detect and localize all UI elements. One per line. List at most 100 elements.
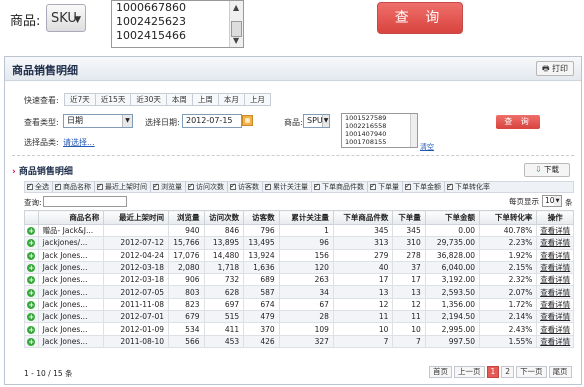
checkbox[interactable] xyxy=(97,181,103,191)
category-select-link[interactable]: 请选择... xyxy=(63,137,95,148)
column-header[interactable]: 访客数 xyxy=(243,210,280,225)
table-cell: 997.50 xyxy=(424,334,481,348)
detail-section-title: › 商品销售明细 xyxy=(12,164,73,177)
per-page-select[interactable]: 10 ▼ xyxy=(542,195,562,207)
column-header[interactable]: 下单商品件数 xyxy=(332,210,394,225)
table-cell: 17,076 xyxy=(168,248,205,262)
checkbox[interactable] xyxy=(265,181,271,191)
checkbox[interactable] xyxy=(447,181,453,191)
checkbox[interactable] xyxy=(314,181,320,191)
quick-range-last-month[interactable]: 上月 xyxy=(244,94,270,105)
scrollbar[interactable] xyxy=(410,114,417,147)
expand-plus-icon[interactable]: + xyxy=(27,337,36,346)
scroll-up-icon[interactable]: ▲ xyxy=(233,3,239,12)
column-header[interactable]: 下单量 xyxy=(392,210,426,225)
table-cell: Jack Jones... xyxy=(37,285,105,299)
table-cell: 156 xyxy=(278,248,334,262)
sku-textarea[interactable]: 1001527589 1002216558 1001407940 1001708… xyxy=(341,113,418,148)
table-cell: 17 xyxy=(332,273,394,287)
pager-first[interactable]: 首页 xyxy=(429,366,452,378)
column-toggle-label: 最近上架时间 xyxy=(105,183,147,191)
column-toggle[interactable]: 全选 xyxy=(25,181,53,192)
table-cell: 1.55% xyxy=(478,334,538,348)
view-detail-link[interactable]: 查看详情 xyxy=(536,248,574,262)
view-detail-link[interactable]: 查看详情 xyxy=(536,260,574,275)
column-header[interactable]: 最近上架时间 xyxy=(103,210,170,225)
pager-prev[interactable]: 上一页 xyxy=(454,366,485,378)
view-detail-link[interactable]: 查看详情 xyxy=(536,285,574,299)
product-type-select[interactable]: SPU ▼ xyxy=(303,114,330,128)
column-header[interactable]: 累计关注量 xyxy=(278,210,334,225)
scroll-down-icon[interactable]: ▼ xyxy=(233,36,239,45)
column-header[interactable]: 商品名称 xyxy=(37,210,105,225)
checkbox[interactable] xyxy=(230,181,236,191)
download-button[interactable]: ⇩ 下载 xyxy=(524,163,570,177)
column-toggle[interactable]: 下单金额 xyxy=(403,181,445,192)
column-toggle[interactable]: 累计关注量 xyxy=(263,181,312,192)
expand-cell: + xyxy=(24,310,39,324)
sku-textarea[interactable]: 1000667860 1002425623 1002415466 ▲ ▼ xyxy=(111,0,244,48)
column-toggle[interactable]: 最近上架时间 xyxy=(95,181,151,192)
quick-range-7d[interactable]: 近7天 xyxy=(65,94,96,105)
quick-range-this-month[interactable]: 本月 xyxy=(218,94,245,105)
pager-next[interactable]: 下一页 xyxy=(516,366,547,378)
view-detail-link[interactable]: 查看详情 xyxy=(536,297,574,312)
column-toggle[interactable]: 商品名称 xyxy=(53,181,95,192)
column-header[interactable]: 浏览量 xyxy=(168,210,205,225)
quick-range-group: 近7天 近15天 近30天 本周 上周 本月 上月 xyxy=(64,93,271,106)
expand-plus-icon[interactable]: + xyxy=(27,325,36,334)
expand-plus-icon[interactable]: + xyxy=(27,288,36,297)
checkbox[interactable] xyxy=(405,181,411,191)
column-toggle[interactable]: 访客数 xyxy=(228,181,263,192)
column-header[interactable]: 下单金额 xyxy=(424,210,481,225)
print-button[interactable]: 🖶 打印 xyxy=(536,61,574,76)
view-detail-link[interactable]: 查看详情 xyxy=(536,310,574,324)
checkbox[interactable] xyxy=(27,181,33,191)
expand-plus-icon[interactable]: + xyxy=(27,276,36,285)
checkbox[interactable] xyxy=(370,181,376,191)
checkbox[interactable] xyxy=(153,181,159,191)
search-input[interactable] xyxy=(43,196,127,207)
query-button[interactable]: 查 询 xyxy=(377,2,463,34)
view-type-select[interactable]: 日期 ▼ xyxy=(63,114,133,128)
scrollbar[interactable]: ▲ ▼ xyxy=(229,1,243,47)
calendar-icon[interactable]: ▦ xyxy=(242,115,253,126)
pager-last[interactable]: 尾页 xyxy=(548,366,572,378)
quick-range-this-week[interactable]: 本周 xyxy=(166,94,193,105)
expand-plus-icon[interactable]: + xyxy=(27,300,36,309)
expand-plus-icon[interactable]: + xyxy=(27,313,36,322)
date-input[interactable]: 2012-07-15 xyxy=(182,114,242,128)
column-toggle[interactable]: 访问次数 xyxy=(186,181,228,192)
expand-cell: + xyxy=(24,322,39,336)
checkbox[interactable] xyxy=(188,181,194,191)
quick-range-30d[interactable]: 近30天 xyxy=(131,94,167,105)
product-type-select[interactable]: SKU ▼ xyxy=(46,4,86,32)
view-detail-link[interactable]: 查看详情 xyxy=(536,236,574,250)
checkbox[interactable] xyxy=(55,181,61,191)
expand-plus-icon[interactable]: + xyxy=(27,264,36,273)
column-toggle[interactable]: 浏览量 xyxy=(151,181,186,192)
pager-page-1[interactable]: 1 xyxy=(486,366,500,378)
view-detail-link[interactable]: 查看详情 xyxy=(536,322,574,336)
quick-range-15d[interactable]: 近15天 xyxy=(95,94,132,105)
table-cell: 279 xyxy=(332,248,394,262)
view-detail-link[interactable]: 查看详情 xyxy=(536,273,574,287)
column-header[interactable]: 下单转化率 xyxy=(478,210,538,225)
column-header[interactable]: 访问次数 xyxy=(203,210,245,225)
column-toggle[interactable]: 下单商品件数 xyxy=(312,181,368,192)
expand-plus-icon[interactable]: + xyxy=(27,227,36,236)
expand-plus-icon[interactable]: + xyxy=(27,239,36,248)
scroll-thumb[interactable] xyxy=(231,21,242,37)
view-detail-link[interactable]: 查看详情 xyxy=(536,223,574,238)
table-cell: Jack Jones... xyxy=(37,273,105,287)
column-toggle[interactable]: 下单转化率 xyxy=(445,181,493,192)
table-cell: 2.15% xyxy=(478,260,538,275)
query-button[interactable]: 查 询 xyxy=(496,115,540,129)
column-toggle[interactable]: 下单量 xyxy=(368,181,403,192)
expand-plus-icon[interactable]: + xyxy=(27,251,36,260)
clear-link[interactable]: 清空 xyxy=(420,142,434,152)
view-detail-link[interactable]: 查看详情 xyxy=(536,334,574,348)
quick-range-last-week[interactable]: 上周 xyxy=(192,94,219,105)
download-label: 下载 xyxy=(544,165,560,174)
pager-page-2[interactable]: 2 xyxy=(501,366,515,378)
